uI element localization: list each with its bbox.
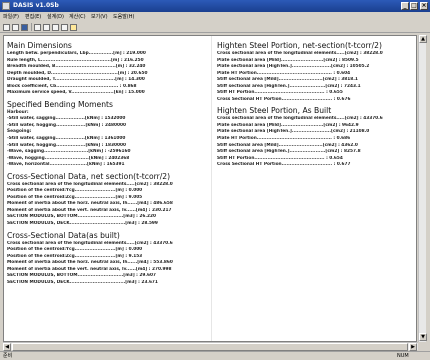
scroll-up-icon[interactable]: ▲	[419, 35, 427, 43]
scroll-right-icon[interactable]: ▶	[409, 343, 417, 351]
app-icon	[2, 2, 10, 10]
main-dimensions-title: Main Dimensions	[7, 41, 72, 50]
new-doc-icon[interactable]	[3, 24, 10, 31]
report-view: Main Dimensions Length betw. perpendicul…	[3, 35, 417, 342]
report-line: Cross Sectional HT Portion..............…	[217, 162, 351, 168]
menu-file[interactable]: 파일(F)	[3, 13, 19, 21]
maximize-button[interactable]: □	[410, 2, 418, 10]
menu-design[interactable]: 설계(D)	[47, 13, 64, 21]
left-column: Main Dimensions Length betw. perpendicul…	[7, 38, 209, 286]
menu-view[interactable]: 보기(V)	[91, 13, 108, 21]
toolbar	[0, 22, 430, 33]
report-line: Cross sectional area of the longitudinal…	[217, 51, 383, 56]
vertical-scrollbar[interactable]: ▲ ▼	[418, 35, 427, 342]
right-column: Highten Steel Portion, net-section(t-tco…	[217, 38, 412, 169]
hts-net-title: Highten Steel Portion, net-section(t-tco…	[217, 41, 382, 50]
scroll-left-icon[interactable]: ◀	[3, 343, 11, 351]
help-icon[interactable]	[70, 24, 77, 31]
bending-moments-title: Specified Bending Moments	[7, 99, 113, 109]
horizontal-scroll-thumb[interactable]	[12, 343, 408, 351]
app-window: DASIS v1.0Sb _ □ × 파일(F) 편집(E) 설계(D) 계산(…	[0, 0, 430, 360]
paste-icon[interactable]	[52, 24, 59, 31]
open-folder-icon[interactable]	[12, 24, 19, 31]
menu-calc[interactable]: 계산(C)	[69, 13, 86, 21]
hts-built-title: Highten Steel Portion, As Built	[217, 106, 332, 116]
title-bar: DASIS v1.0Sb _ □ ×	[0, 0, 430, 12]
column-divider	[211, 36, 212, 341]
report-line: Cross sectional area of the longitudinal…	[217, 116, 383, 122]
horizontal-scrollbar[interactable]: ◀ ▶	[3, 342, 418, 351]
net-section-title: Cross-Sectional Data, net section(t-tcor…	[7, 171, 171, 181]
cut-icon[interactable]	[34, 24, 41, 31]
copy-icon[interactable]	[43, 24, 50, 31]
menu-bar: 파일(F) 편집(E) 설계(D) 계산(C) 보기(V) 도움말(H)	[0, 12, 430, 22]
report-line: -Wave, horizontal.......................…	[7, 162, 125, 168]
toolbar-separator	[31, 23, 32, 31]
menu-help[interactable]: 도움말(H)	[113, 13, 134, 21]
status-text: 준비	[3, 353, 13, 359]
report-line: SECTION MODULUS, DECK...................…	[7, 221, 158, 227]
as-built-title: Cross-Sectional Data(as built)	[7, 230, 120, 240]
report-line: Maximum service speed, V................…	[7, 90, 145, 96]
save-icon[interactable]	[21, 24, 28, 31]
num-lock-indicator: NUM	[397, 353, 409, 359]
report-line: Cross Sectional HT Portion..............…	[217, 96, 351, 102]
report-line: SECTION MODULUS, DECK...................…	[7, 279, 158, 285]
close-button[interactable]: ×	[420, 2, 428, 10]
scroll-down-icon[interactable]: ▼	[419, 333, 427, 341]
status-bar: 준비 NUM	[0, 351, 430, 360]
window-title: DASIS v1.0Sb	[13, 2, 59, 9]
print-icon[interactable]	[61, 24, 68, 31]
minimize-button[interactable]: _	[401, 2, 409, 10]
menu-edit[interactable]: 편집(E)	[25, 13, 41, 21]
